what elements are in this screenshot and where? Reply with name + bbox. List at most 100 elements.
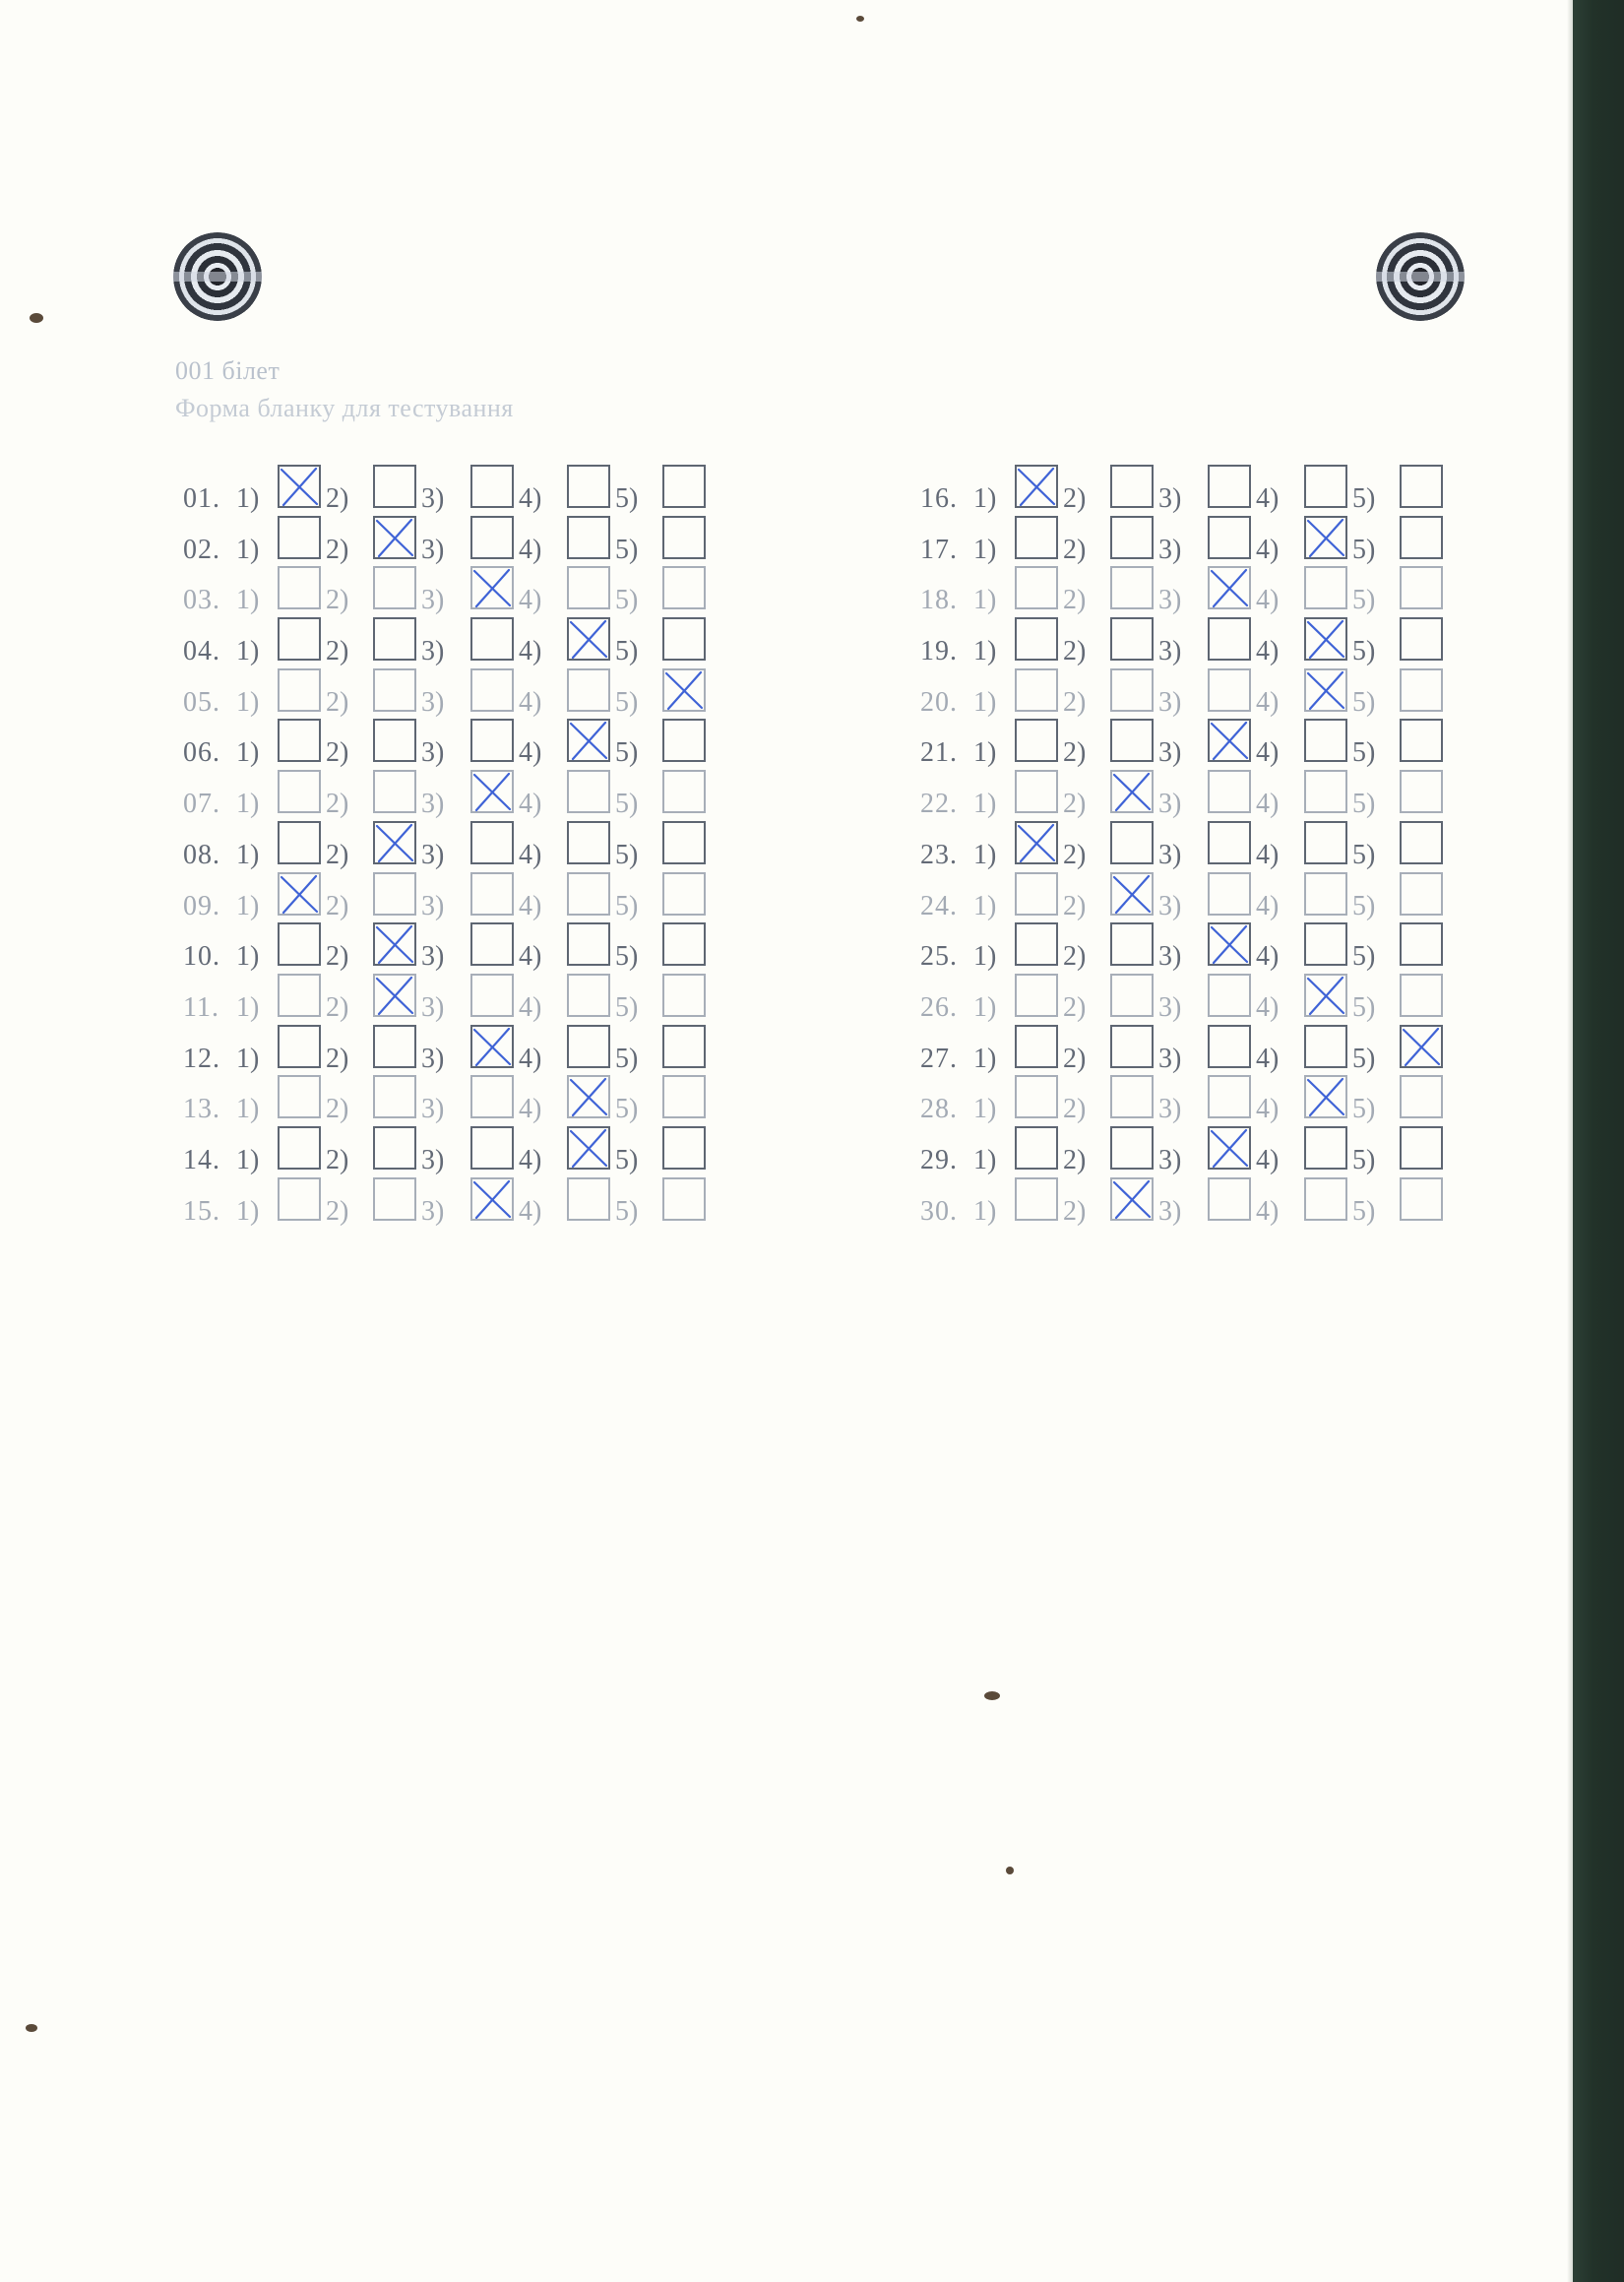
- answer-checkbox[interactable]: [1208, 667, 1251, 712]
- answer-checkbox[interactable]: [470, 515, 514, 559]
- answer-checkbox[interactable]: [278, 617, 321, 662]
- answer-checkbox[interactable]: [1110, 465, 1154, 508]
- answer-checkbox[interactable]: [1015, 667, 1058, 712]
- answer-checkbox[interactable]: [1304, 1176, 1347, 1221]
- answer-checkbox[interactable]: [1400, 1024, 1443, 1068]
- answer-checkbox[interactable]: [373, 1176, 416, 1221]
- answer-checkbox[interactable]: [567, 770, 610, 814]
- answer-checkbox[interactable]: [373, 871, 416, 916]
- answer-checkbox[interactable]: [1015, 973, 1058, 1017]
- answer-checkbox[interactable]: [470, 1125, 514, 1170]
- answer-checkbox[interactable]: [1304, 515, 1347, 559]
- answer-checkbox[interactable]: [1110, 922, 1154, 967]
- answer-checkbox[interactable]: [662, 973, 706, 1017]
- answer-checkbox[interactable]: [278, 922, 321, 967]
- answer-checkbox[interactable]: [1208, 1176, 1251, 1221]
- answer-checkbox[interactable]: [278, 1075, 321, 1119]
- answer-checkbox[interactable]: [1400, 922, 1443, 967]
- answer-checkbox[interactable]: [1110, 1024, 1154, 1068]
- answer-checkbox[interactable]: [373, 566, 416, 610]
- answer-checkbox[interactable]: [1400, 1075, 1443, 1119]
- answer-checkbox[interactable]: [373, 973, 416, 1017]
- answer-checkbox[interactable]: [1015, 465, 1058, 508]
- answer-checkbox[interactable]: [1304, 617, 1347, 662]
- answer-checkbox[interactable]: [1015, 922, 1058, 967]
- answer-checkbox[interactable]: [1208, 871, 1251, 916]
- answer-checkbox[interactable]: [278, 1176, 321, 1221]
- answer-checkbox[interactable]: [1208, 566, 1251, 610]
- answer-checkbox[interactable]: [470, 871, 514, 916]
- answer-checkbox[interactable]: [1208, 465, 1251, 508]
- answer-checkbox[interactable]: [567, 465, 610, 508]
- answer-checkbox[interactable]: [373, 820, 416, 864]
- answer-checkbox[interactable]: [470, 922, 514, 967]
- answer-checkbox[interactable]: [1208, 973, 1251, 1017]
- answer-checkbox[interactable]: [1400, 1125, 1443, 1170]
- answer-checkbox[interactable]: [1208, 719, 1251, 763]
- answer-checkbox[interactable]: [662, 871, 706, 916]
- answer-checkbox[interactable]: [662, 820, 706, 864]
- answer-checkbox[interactable]: [1400, 667, 1443, 712]
- answer-checkbox[interactable]: [567, 871, 610, 916]
- answer-checkbox[interactable]: [1015, 1176, 1058, 1221]
- answer-checkbox[interactable]: [1400, 871, 1443, 916]
- answer-checkbox[interactable]: [470, 820, 514, 864]
- answer-checkbox[interactable]: [373, 515, 416, 559]
- answer-checkbox[interactable]: [1110, 820, 1154, 864]
- answer-checkbox[interactable]: [1208, 770, 1251, 814]
- answer-checkbox[interactable]: [470, 465, 514, 508]
- answer-checkbox[interactable]: [278, 465, 321, 508]
- answer-checkbox[interactable]: [278, 973, 321, 1017]
- answer-checkbox[interactable]: [1110, 667, 1154, 712]
- answer-checkbox[interactable]: [567, 667, 610, 712]
- answer-checkbox[interactable]: [373, 719, 416, 763]
- answer-checkbox[interactable]: [1015, 1024, 1058, 1068]
- answer-checkbox[interactable]: [1304, 871, 1347, 916]
- answer-checkbox[interactable]: [470, 566, 514, 610]
- answer-checkbox[interactable]: [1304, 566, 1347, 610]
- answer-checkbox[interactable]: [662, 719, 706, 763]
- answer-checkbox[interactable]: [1304, 667, 1347, 712]
- answer-checkbox[interactable]: [1015, 1075, 1058, 1119]
- answer-checkbox[interactable]: [1015, 617, 1058, 662]
- answer-checkbox[interactable]: [1015, 566, 1058, 610]
- answer-checkbox[interactable]: [662, 667, 706, 712]
- answer-checkbox[interactable]: [278, 770, 321, 814]
- answer-checkbox[interactable]: [1110, 515, 1154, 559]
- answer-checkbox[interactable]: [662, 1024, 706, 1068]
- answer-checkbox[interactable]: [567, 820, 610, 864]
- answer-checkbox[interactable]: [373, 1024, 416, 1068]
- answer-checkbox[interactable]: [1110, 770, 1154, 814]
- answer-checkbox[interactable]: [278, 871, 321, 916]
- answer-checkbox[interactable]: [1015, 820, 1058, 864]
- answer-checkbox[interactable]: [662, 770, 706, 814]
- answer-checkbox[interactable]: [567, 719, 610, 763]
- answer-checkbox[interactable]: [1110, 617, 1154, 662]
- answer-checkbox[interactable]: [567, 1176, 610, 1221]
- answer-checkbox[interactable]: [1304, 1024, 1347, 1068]
- answer-checkbox[interactable]: [1110, 719, 1154, 763]
- answer-checkbox[interactable]: [373, 1075, 416, 1119]
- answer-checkbox[interactable]: [470, 719, 514, 763]
- answer-checkbox[interactable]: [662, 1176, 706, 1221]
- answer-checkbox[interactable]: [1015, 770, 1058, 814]
- answer-checkbox[interactable]: [373, 770, 416, 814]
- answer-checkbox[interactable]: [1110, 871, 1154, 916]
- answer-checkbox[interactable]: [1400, 719, 1443, 763]
- answer-checkbox[interactable]: [470, 1024, 514, 1068]
- answer-checkbox[interactable]: [1015, 871, 1058, 916]
- answer-checkbox[interactable]: [1110, 973, 1154, 1017]
- answer-checkbox[interactable]: [1304, 1125, 1347, 1170]
- answer-checkbox[interactable]: [1304, 719, 1347, 763]
- answer-checkbox[interactable]: [278, 719, 321, 763]
- answer-checkbox[interactable]: [1304, 973, 1347, 1017]
- answer-checkbox[interactable]: [567, 617, 610, 662]
- answer-checkbox[interactable]: [662, 515, 706, 559]
- answer-checkbox[interactable]: [470, 667, 514, 712]
- answer-checkbox[interactable]: [1400, 820, 1443, 864]
- answer-checkbox[interactable]: [470, 617, 514, 662]
- answer-checkbox[interactable]: [567, 1125, 610, 1170]
- answer-checkbox[interactable]: [567, 1075, 610, 1119]
- answer-checkbox[interactable]: [1015, 719, 1058, 763]
- answer-checkbox[interactable]: [470, 973, 514, 1017]
